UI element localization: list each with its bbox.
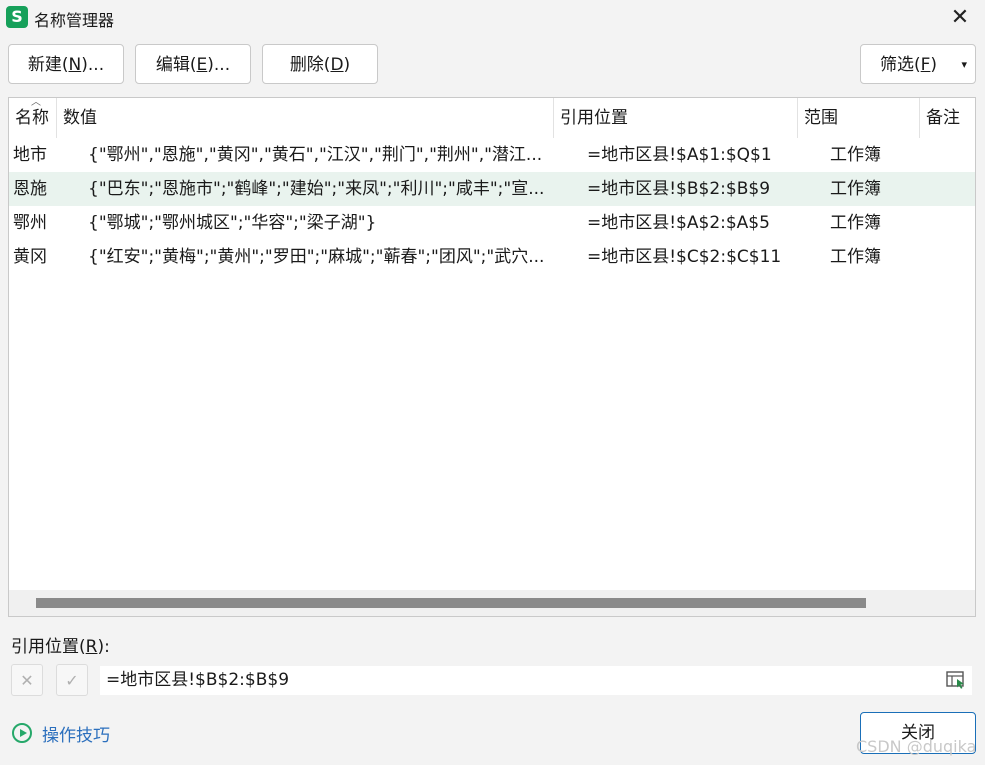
cancel-edit-button[interactable]: ✕ — [11, 664, 43, 696]
watermark: CSDN @duqika — [856, 737, 977, 756]
tips-link-text[interactable]: 操作技巧 — [42, 721, 110, 746]
close-icon[interactable]: ✕ — [945, 3, 975, 33]
edit-button[interactable]: 编辑(E)... — [135, 44, 251, 84]
row-scope: 工作簿 — [830, 145, 881, 165]
delete-button-label: 删除( — [289, 55, 331, 75]
delete-button[interactable]: 删除(D) — [262, 44, 378, 84]
row-reference: =地市区县!$C$2:$C$11 — [587, 247, 782, 267]
new-button[interactable]: 新建(N)... — [8, 44, 124, 84]
names-list[interactable]: ︿ 名称 数值 引用位置 范围 备注 地市 {"鄂州","恩施","黄冈","黄… — [8, 97, 976, 617]
chevron-down-icon[interactable]: ▾ — [961, 45, 967, 85]
filter-button-label-suffix: ) — [930, 55, 938, 75]
column-header-scope-label: 范围 — [804, 108, 838, 128]
play-circle-icon — [12, 723, 32, 743]
dialog-title: 名称管理器 — [34, 11, 115, 30]
column-header-scope[interactable]: 范围 — [798, 98, 920, 138]
row-name: 恩施 — [13, 179, 47, 199]
row-reference: =地市区县!$B$2:$B$9 — [587, 179, 771, 199]
edit-button-label-suffix: )... — [207, 55, 231, 75]
row-value: {"鄂州","恩施","黄冈","黄石","江汉","荆门","荆州","潜江.… — [88, 145, 543, 165]
table-row[interactable]: 地市 {"鄂州","恩施","黄冈","黄石","江汉","荆门","荆州","… — [9, 138, 975, 172]
row-reference: =地市区县!$A$2:$A$5 — [587, 213, 770, 233]
row-scope: 工作簿 — [830, 213, 881, 233]
range-select-icon[interactable] — [945, 669, 967, 691]
row-reference: =地市区县!$A$1:$Q$1 — [587, 145, 772, 165]
scrollbar-thumb[interactable] — [36, 598, 866, 608]
list-header: ︿ 名称 数值 引用位置 范围 备注 — [9, 98, 975, 138]
column-header-note-label: 备注 — [926, 108, 960, 128]
spreadsheet-app-icon: S — [6, 6, 28, 28]
row-note — [925, 240, 975, 274]
row-scope: 工作簿 — [830, 179, 881, 199]
reference-label: 引用位置(R): — [11, 632, 110, 657]
column-header-value[interactable]: 数值 — [57, 98, 554, 138]
reference-label-hotkey: R — [85, 637, 98, 657]
column-header-reference-label: 引用位置 — [560, 108, 628, 128]
reference-label-text: 引用位置( — [11, 637, 86, 657]
row-name: 地市 — [13, 145, 47, 165]
reference-label-suffix: ): — [97, 637, 110, 657]
row-value: {"红安";"黄梅";"黄州";"罗田";"麻城";"蕲春";"团风";"武穴.… — [88, 247, 545, 267]
horizontal-scrollbar[interactable] — [9, 590, 975, 616]
row-value: {"鄂城";"鄂州城区";"华容";"梁子湖"} — [88, 213, 377, 233]
edit-button-hotkey: E — [196, 55, 208, 75]
row-note — [925, 206, 975, 240]
row-note — [925, 172, 975, 206]
reference-input[interactable]: =地市区县!$B$2:$B$9 — [100, 666, 972, 695]
filter-button-label: 筛选( — [880, 55, 921, 75]
edit-button-label: 编辑( — [155, 55, 197, 75]
column-header-value-label: 数值 — [63, 108, 97, 128]
row-name: 黄冈 — [13, 247, 47, 267]
new-button-hotkey: N — [68, 55, 82, 75]
confirm-edit-button[interactable]: ✓ — [56, 664, 88, 696]
cancel-icon: ✕ — [20, 671, 34, 690]
checkmark-icon: ✓ — [65, 671, 79, 690]
row-note — [925, 138, 975, 172]
title-bar: S 名称管理器 ✕ — [0, 0, 985, 36]
column-header-name[interactable]: ︿ 名称 — [9, 98, 57, 138]
column-header-reference[interactable]: 引用位置 — [554, 98, 798, 138]
filter-dropdown-button[interactable]: 筛选(F) ▾ — [860, 44, 976, 84]
filter-button-hotkey: F — [920, 55, 931, 75]
table-row-selected[interactable]: 恩施 {"巴东";"恩施市";"鹤峰";"建始";"来凤";"利川";"咸丰";… — [9, 172, 975, 206]
delete-button-label-suffix: ) — [343, 55, 351, 75]
new-button-label-suffix: )... — [81, 55, 105, 75]
row-name: 鄂州 — [13, 213, 47, 233]
column-header-note[interactable]: 备注 — [920, 98, 975, 138]
row-value: {"巴东";"恩施市";"鹤峰";"建始";"来凤";"利川";"咸丰";"宣.… — [88, 179, 545, 199]
table-row[interactable]: 黄冈 {"红安";"黄梅";"黄州";"罗田";"麻城";"蕲春";"团风";"… — [9, 240, 975, 274]
row-scope: 工作簿 — [830, 247, 881, 267]
table-row[interactable]: 鄂州 {"鄂城";"鄂州城区";"华容";"梁子湖"} =地市区县!$A$2:$… — [9, 206, 975, 240]
new-button-label: 新建( — [27, 55, 69, 75]
sort-ascending-icon: ︿ — [31, 97, 41, 108]
delete-button-hotkey: D — [330, 55, 344, 75]
